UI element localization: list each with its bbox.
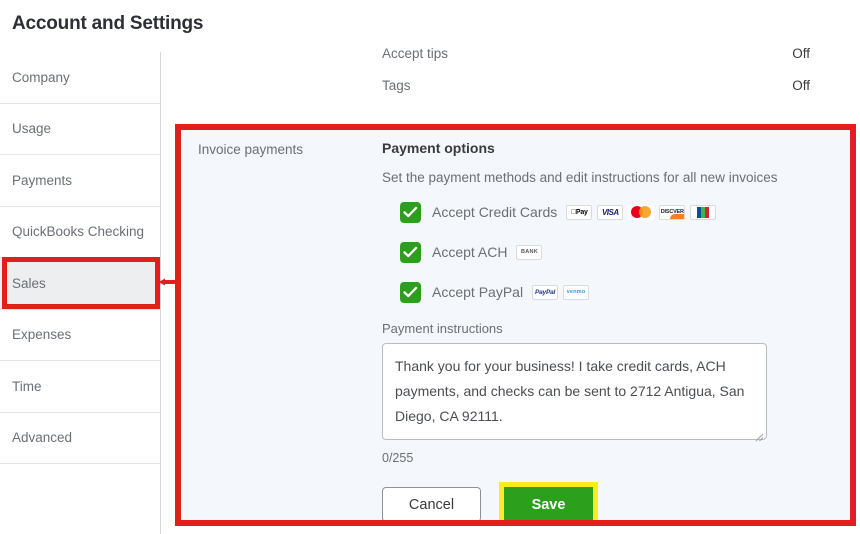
section-label-invoice-payments: Invoice payments	[198, 142, 304, 157]
jcb-icon	[690, 204, 717, 220]
save-button[interactable]: Save	[504, 487, 593, 520]
character-counter: 0/255	[382, 451, 414, 465]
option-accept-paypal[interactable]: Accept PayPal PayPal venmo	[400, 277, 850, 307]
option-label: Accept ACH	[432, 244, 508, 260]
venmo-icon: venmo	[563, 284, 590, 300]
app-root: Account and Settings Company Usage Payme…	[0, 0, 860, 534]
apple-pay-icon: Pay	[566, 204, 593, 220]
invoice-payments-content: Invoice payments Payment options Set the…	[181, 130, 850, 520]
sidebar-item-usage[interactable]: Usage	[0, 104, 160, 155]
panel-actions: Cancel Save	[382, 482, 850, 520]
option-accept-ach[interactable]: Accept ACH BANK	[400, 237, 850, 267]
sidebar-item-company[interactable]: Company	[0, 52, 160, 104]
cancel-button[interactable]: Cancel	[382, 487, 481, 520]
sidebar-item-advanced[interactable]: Advanced	[0, 413, 160, 464]
sidebar-item-label: Payments	[12, 172, 73, 188]
sidebar-item-label: Time	[12, 378, 42, 394]
page-title: Account and Settings	[12, 13, 204, 34]
credit-card-logos: Pay VISA DISC​VER	[566, 204, 721, 220]
payment-instructions-wrapper	[382, 343, 767, 445]
discover-icon: DISC​VER	[659, 204, 686, 220]
checkbox-checked-icon[interactable]	[400, 201, 421, 223]
invoice-payments-panel: Invoice payments Payment options Set the…	[175, 124, 856, 526]
sidebar-item-sales[interactable]: Sales	[0, 258, 160, 310]
ach-logos: BANK	[516, 244, 547, 260]
payment-options-list: Accept Credit Cards Pay VISA DISC​VER	[400, 197, 850, 307]
option-label: Accept Credit Cards	[432, 204, 558, 220]
option-accept-credit-cards[interactable]: Accept Credit Cards Pay VISA DISC​VER	[400, 197, 850, 227]
sidebar-item-quickbooks-checking[interactable]: QuickBooks Checking	[0, 207, 160, 258]
sidebar-item-label: Advanced	[12, 430, 73, 446]
sidebar-item-payments[interactable]: Payments	[0, 155, 160, 207]
sidebar-item-label: Usage	[12, 121, 52, 137]
paypal-icon: PayPal	[532, 284, 559, 300]
sidebar-item-label: Company	[12, 69, 70, 85]
payment-options-subtitle: Set the payment methods and edit instruc…	[382, 170, 778, 185]
visa-icon: VISA	[597, 204, 624, 220]
checkbox-checked-icon[interactable]	[400, 241, 421, 263]
payment-instructions-input[interactable]	[382, 343, 767, 440]
sidebar-item-expenses[interactable]: Expenses	[0, 310, 160, 361]
setting-value: Off	[792, 46, 810, 61]
setting-row-tags[interactable]: Tags Off	[382, 78, 810, 93]
settings-sidebar: Company Usage Payments QuickBooks Checki…	[0, 52, 161, 534]
setting-row-accept-tips[interactable]: Accept tips Off	[382, 46, 810, 61]
setting-label: Tags	[382, 78, 411, 93]
option-label: Accept PayPal	[432, 284, 524, 300]
sidebar-item-label: Sales	[12, 275, 46, 291]
mastercard-icon	[628, 204, 655, 220]
sidebar-item-time[interactable]: Time	[0, 361, 160, 413]
setting-label: Accept tips	[382, 46, 449, 61]
checkbox-checked-icon[interactable]	[400, 281, 421, 303]
paypal-logos: PayPal venmo	[532, 284, 594, 300]
setting-value: Off	[792, 78, 810, 93]
sidebar-item-label: Expenses	[12, 327, 72, 343]
settings-rows-area: Accept tips Off Tags Off	[162, 40, 860, 122]
sidebar-item-label: QuickBooks Checking	[12, 224, 145, 240]
save-button-highlight: Save	[499, 482, 598, 520]
payment-options-heading: Payment options	[382, 140, 495, 156]
payment-options-body: Payment options Set the payment methods …	[382, 140, 850, 520]
payment-instructions-label: Payment instructions	[382, 321, 503, 336]
bank-icon: BANK	[516, 244, 543, 260]
